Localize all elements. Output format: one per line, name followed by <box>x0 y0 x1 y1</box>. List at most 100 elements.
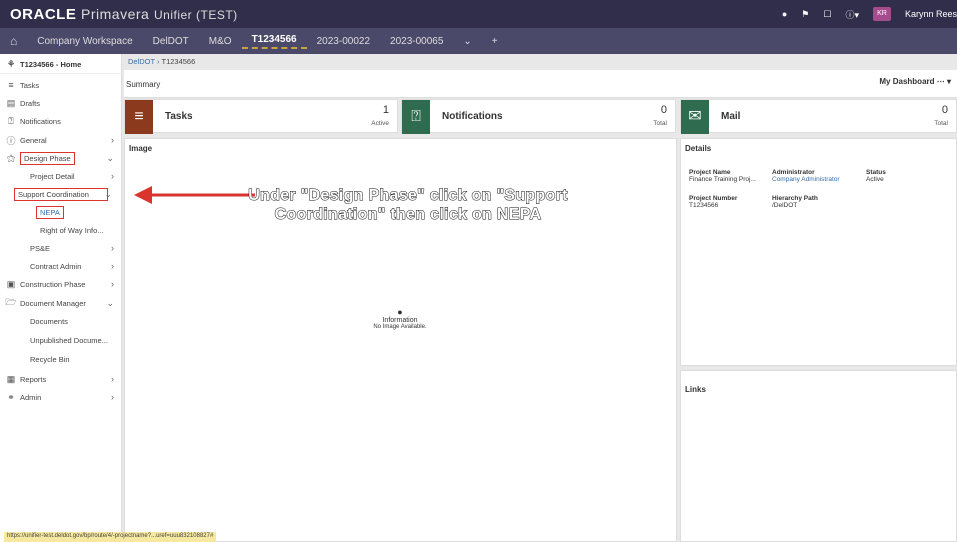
image-info: ● Information No Image Available. <box>325 307 475 330</box>
tasks-card-title: Tasks <box>165 111 193 122</box>
chevron-down-icon: ⌄ <box>104 188 112 199</box>
project-name-value: Finance Training Proj... <box>689 176 756 183</box>
sidebar-item-project-detail[interactable]: Project Detail › <box>0 167 122 185</box>
sidebar-item-label: PS&E <box>30 243 51 253</box>
sidebar-item-unpublished[interactable]: Unpublished Docume... <box>0 331 122 349</box>
logo-product-text: Primavera <box>81 6 150 22</box>
breadcrumb-root[interactable]: DelDOT <box>128 57 155 66</box>
sidebar-item-document-manager[interactable]: 🗁 Document Manager ⌄ <box>0 294 122 312</box>
drafts-icon: ▤ <box>6 97 16 108</box>
notifications-card[interactable]: ⍰ Notifications 0 Total <box>401 99 676 134</box>
tab-deldot[interactable]: DelDOT <box>143 36 199 47</box>
mail-card-title: Mail <box>721 111 741 122</box>
sidebar-item-label: Support Coordination <box>14 187 108 201</box>
app-header: ORACLE Primavera Unifier (TEST) ● ⚑ ☐ ⓘ▾… <box>0 0 957 28</box>
callout-line-1: Under "Design Phase" click on "Support <box>248 187 568 205</box>
chevron-down-icon[interactable]: ⌄ <box>453 36 481 47</box>
links-panel: Links <box>680 370 957 542</box>
help-icon[interactable]: ⓘ▾ <box>845 8 859 21</box>
chevron-down-icon: ⌄ <box>106 152 114 163</box>
notifications-card-title: Notifications <box>442 111 503 122</box>
sidebar-item-label: Construction Phase <box>20 279 86 289</box>
sidebar-item-label: Contract Admin <box>30 261 82 271</box>
avatar[interactable]: KR <box>872 7 891 21</box>
sidebar-item-design-phase[interactable]: ⚝ Design Phase ⌄ <box>0 149 122 167</box>
tasks-sub: Active <box>371 120 389 127</box>
tab-t1234566[interactable]: T1234566 <box>241 34 307 49</box>
sidebar-item-label: Design Phase <box>20 151 75 165</box>
sidebar-item-label: Document Manager <box>20 298 86 308</box>
sidebar-item-nepa[interactable]: NEPA <box>0 203 122 221</box>
tab-2023-00022[interactable]: 2023-00022 <box>307 36 380 47</box>
chevron-right-icon: › <box>111 171 114 181</box>
administrator-link[interactable]: Company Administrator <box>772 176 840 183</box>
dashboard-selector[interactable]: My Dashboard ⋯ ▾ <box>879 77 951 86</box>
tasks-card[interactable]: ≡ Tasks 1 Active <box>124 99 398 134</box>
sidebar-item-right-of-way[interactable]: Right of Way Info... <box>0 221 122 239</box>
status-field: Status Active <box>866 169 886 183</box>
sidebar-item-label: Project Detail <box>30 171 75 181</box>
summary-bar: Summary My Dashboard ⋯ ▾ <box>124 70 957 98</box>
sidebar-item-contract-admin[interactable]: Contract Admin › <box>0 257 122 275</box>
sidebar-item-label: Admin <box>20 392 42 402</box>
dashboard-label: My Dashboard <box>879 77 935 86</box>
sidebar-item-general[interactable]: ⓘ General › <box>0 131 122 149</box>
tab-mo[interactable]: M&O <box>199 36 242 47</box>
sidebar-item-admin[interactable]: ⚭ Admin › <box>0 388 122 406</box>
tab-company-workspace[interactable]: Company Workspace <box>27 36 142 47</box>
sidebar-item-tasks[interactable]: ≡ Tasks <box>0 76 122 94</box>
project-name-field: Project Name Finance Training Proj... <box>689 169 756 183</box>
administrator-label: Administrator <box>772 169 815 176</box>
oracle-logo[interactable]: ORACLE Primavera Unifier (TEST) <box>10 6 238 23</box>
user-name[interactable]: Karynn Rees <box>905 9 957 19</box>
breadcrumb: DelDOT › T1234566 <box>124 54 199 68</box>
project-number-label: Project Number <box>689 195 738 202</box>
links-panel-title: Links <box>685 385 706 394</box>
chevron-right-icon: › <box>111 135 114 145</box>
more-icon[interactable]: ⋯ ▾ <box>937 77 951 86</box>
chevron-right-icon: › <box>111 392 114 402</box>
sidebar-item-reports[interactable]: ▦ Reports › <box>0 370 122 388</box>
project-name-label: Project Name <box>689 169 731 176</box>
sidebar-item-label: NEPA <box>36 205 64 219</box>
mail-card[interactable]: ✉ Mail 0 Total <box>680 99 957 134</box>
sidebar: ⚘ T1234566 - Home ≡ Tasks ▤ Drafts ⍰ Not… <box>0 54 122 542</box>
notifications-sub: Total <box>653 120 667 127</box>
info-circle-icon: ⓘ <box>6 135 16 146</box>
hierarchy-field: Hierarchy Path /DelDOT <box>772 195 818 209</box>
info-dot-icon: ● <box>397 307 403 317</box>
sidebar-item-label: Reports <box>20 374 47 384</box>
sidebar-item-label: Drafts <box>20 98 41 108</box>
sidebar-item-label: Tasks <box>20 80 40 90</box>
tasks-icon: ≡ <box>125 100 153 134</box>
info-icon[interactable]: ● <box>782 9 787 19</box>
announcement-icon[interactable]: ⚑ <box>801 9 809 20</box>
details-panel: Details Project Name Finance Training Pr… <box>680 138 957 366</box>
image-info-text: No Image Available. <box>373 324 427 330</box>
sidebar-item-label: Notifications <box>20 116 61 126</box>
hierarchy-value: /DelDOT <box>772 202 798 209</box>
sidebar-item-support-coordination[interactable]: Support Coordination ⌄ <box>0 185 122 203</box>
add-tab-button[interactable]: + <box>482 36 508 47</box>
administrator-field: Administrator Company Administrator <box>772 169 840 183</box>
callout-line-2: Coordination" then click on NEPA <box>274 206 542 224</box>
status-label: Status <box>866 169 886 176</box>
tab-2023-00065[interactable]: 2023-00065 <box>380 36 453 47</box>
status-bar-url: https://unifier-test.deldot.gov/bp/route… <box>4 532 217 542</box>
sidebar-item-construction-phase[interactable]: ▣ Construction Phase › <box>0 275 122 293</box>
admin-icon: ⚭ <box>7 391 15 402</box>
sidebar-item-notifications[interactable]: ⍰ Notifications <box>0 112 122 130</box>
notifications-count: 0 <box>660 104 667 116</box>
bookmark-icon[interactable]: ☐ <box>823 9 831 20</box>
sidebar-item-drafts[interactable]: ▤ Drafts <box>0 94 122 112</box>
tasks-count: 1 <box>382 104 389 116</box>
sidebar-item-documents[interactable]: Documents <box>0 312 122 330</box>
chevron-right-icon: › <box>111 261 114 271</box>
project-home-icon: ⚘ <box>6 59 16 69</box>
image-info-title: Information <box>382 317 418 324</box>
sidebar-item-pse[interactable]: PS&E › <box>0 239 122 257</box>
bell-icon: ⍰ <box>8 115 14 126</box>
sidebar-home[interactable]: ⚘ T1234566 - Home <box>0 56 122 74</box>
sidebar-item-recycle-bin[interactable]: Recycle Bin <box>0 350 122 368</box>
home-icon[interactable]: ⌂ <box>0 34 27 48</box>
